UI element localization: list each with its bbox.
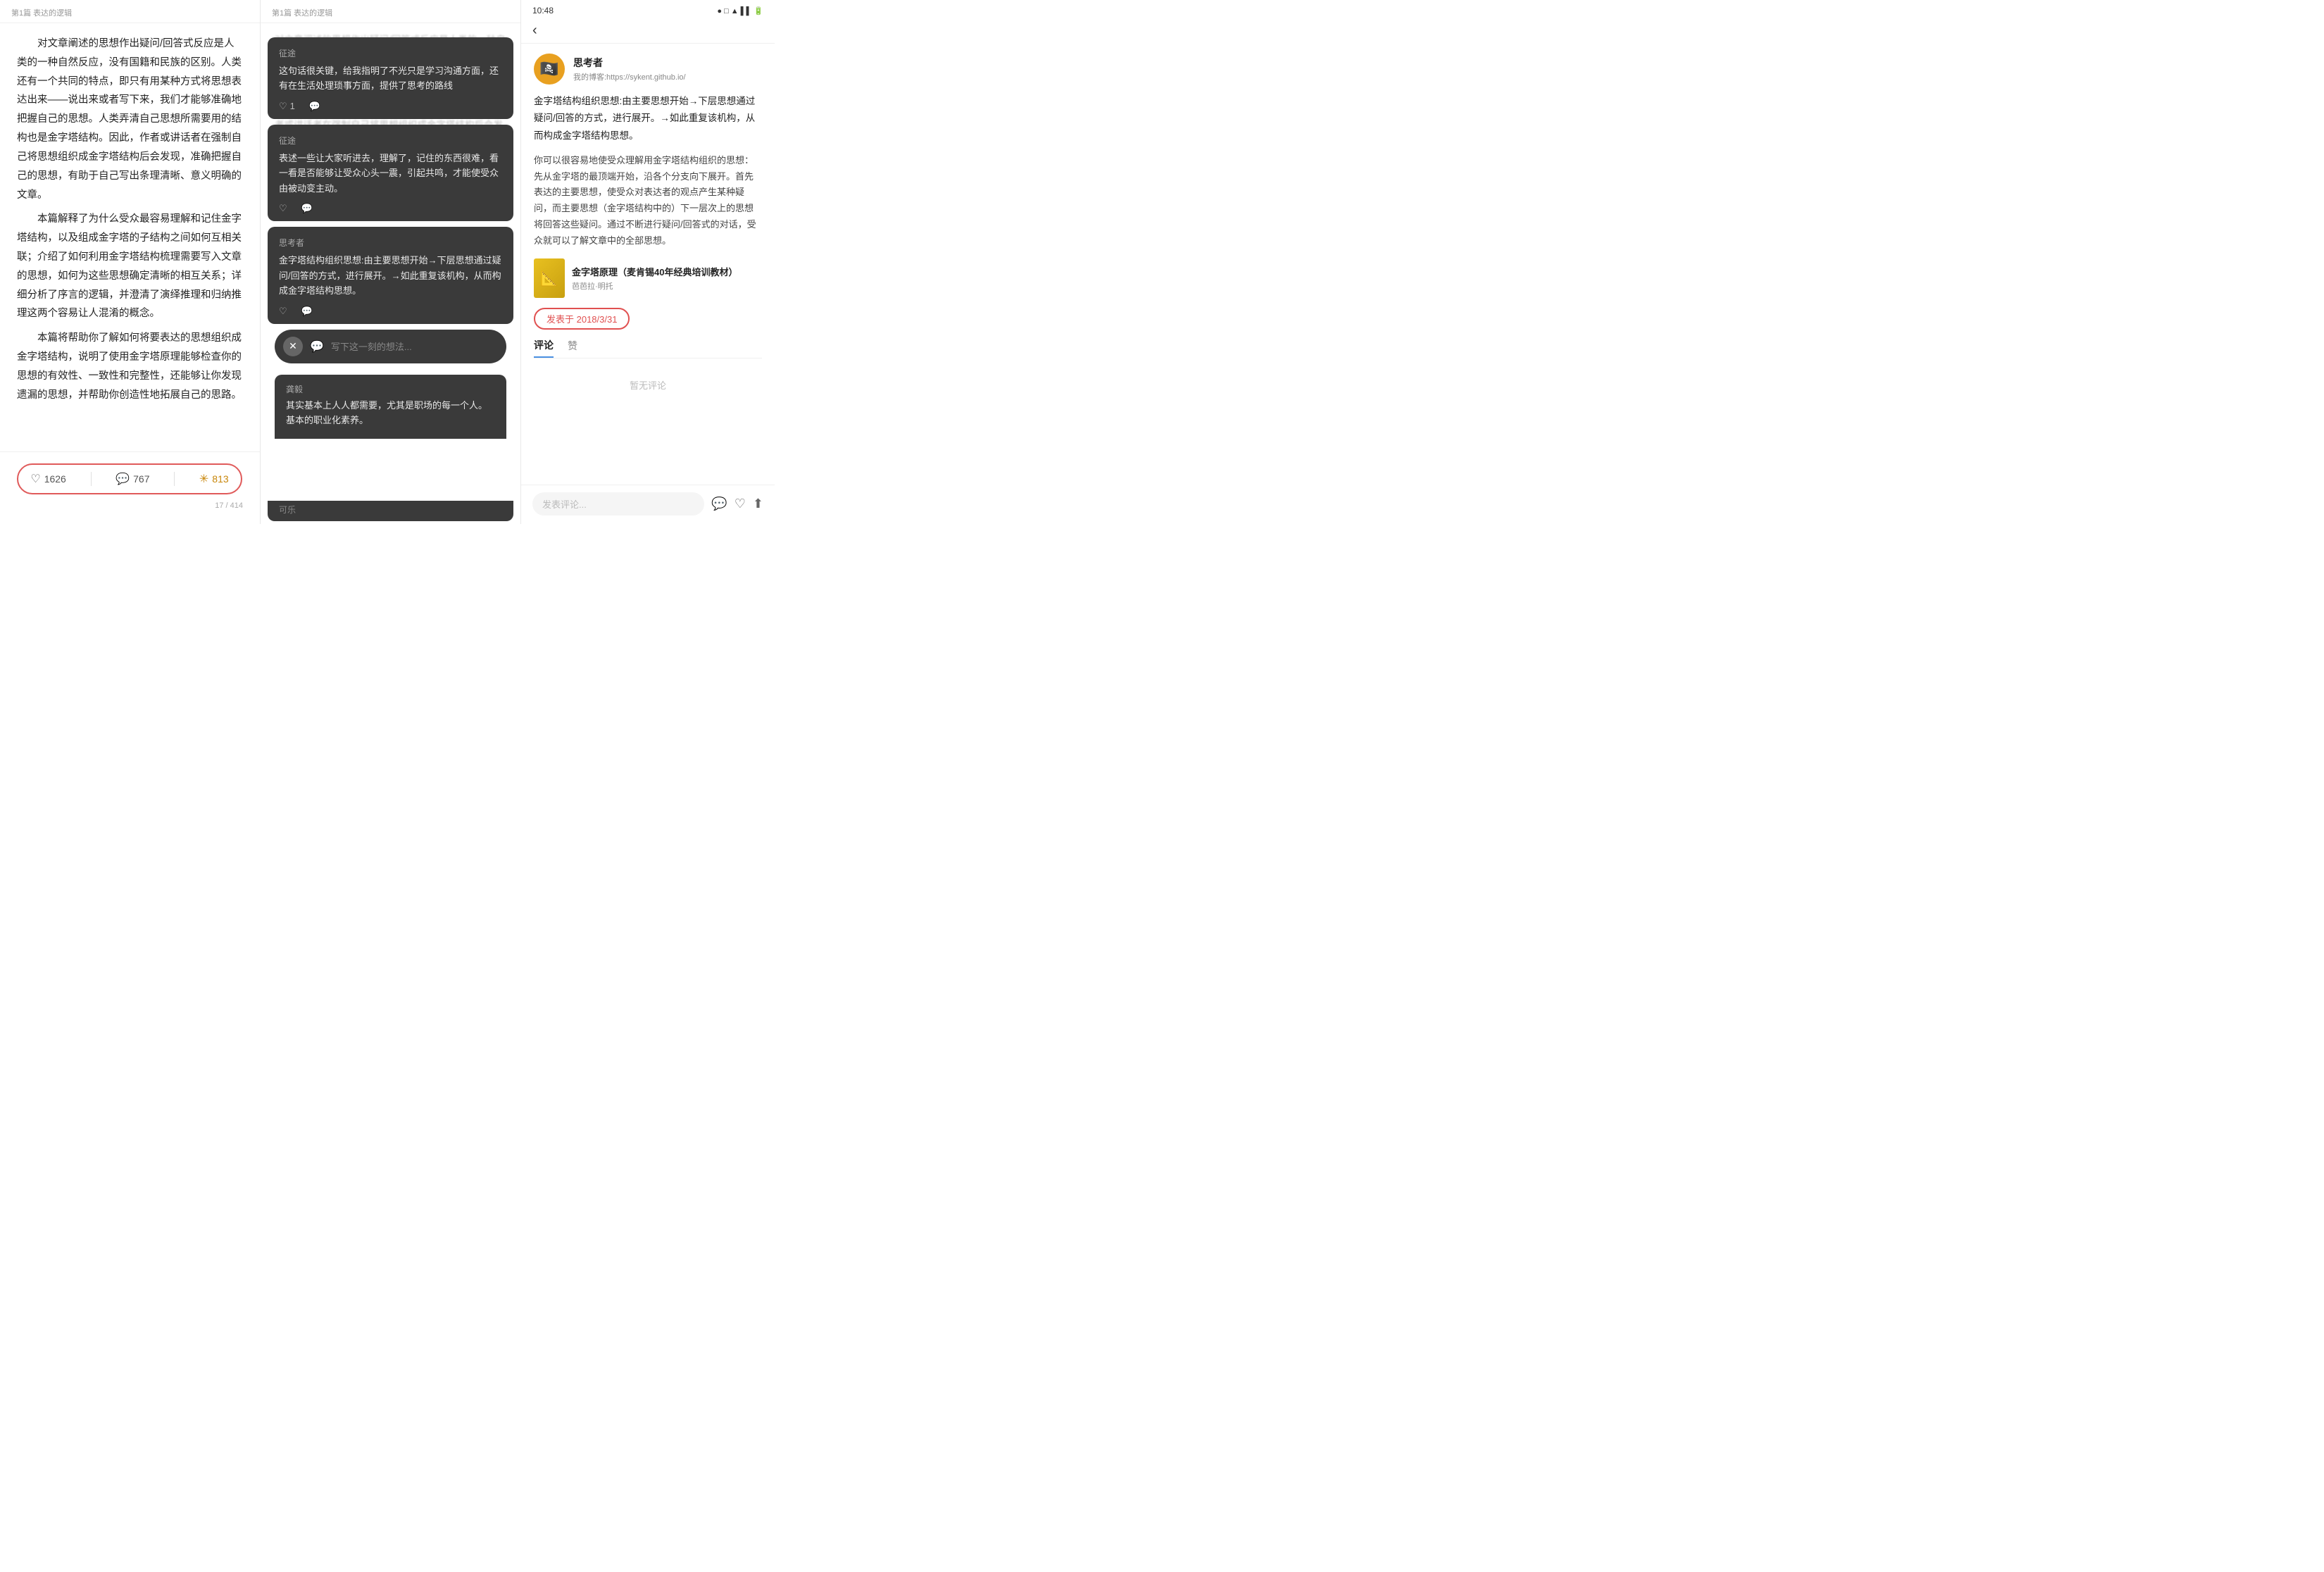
article-detail-panel: 10:48 ● □ ▲ ▌▌ 🔋 ‹ 🏴‍☠️ 思考者 我的博客:https:/… <box>521 0 775 524</box>
like-action-1[interactable]: ♡ 1 <box>279 101 295 112</box>
like-count-c1: 1 <box>290 101 295 111</box>
share-button[interactable]: ✳ 813 <box>199 472 229 486</box>
status-time: 10:48 <box>532 6 554 15</box>
partial-bottom-author: 可乐 <box>268 501 513 521</box>
reading-panel: 第1篇 表达的逻辑 对文章阐述的思想作出疑问/回答式反应是人类的一种自然反应，没… <box>0 0 261 524</box>
para-3: 本篇将帮助你了解如何将要表达的思想组织成金字塔结构，说明了使用金字塔原理能够检查… <box>17 329 243 404</box>
no-comment-text: 暂无评论 <box>534 367 762 403</box>
bottom-like-icon[interactable]: ♡ <box>735 497 746 511</box>
book-reference: 📐 金字塔原理（麦肯锡40年经典培训教材） 芭芭拉·明托 <box>534 258 762 298</box>
para-1: 对文章阐述的思想作出疑问/回答式反应是人类的一种自然反应，没有国籍和民族的区别。… <box>17 35 243 204</box>
tab-comments[interactable]: 评论 <box>534 338 554 358</box>
para-2: 本篇解释了为什么受众最容易理解和记住金字塔结构，以及组成金字塔的子结构之间如何互… <box>17 210 243 323</box>
comment-text-2: 表述一些让大家听进去，理解了，记住的东西很难，看一看是否能够让受众心头一震，引起… <box>279 151 502 196</box>
like-button[interactable]: ♡ 1626 <box>30 472 66 486</box>
battery-icon: ● □ ▲ ▌▌ 🔋 <box>717 6 763 15</box>
comment-author-1: 征途 <box>279 47 502 59</box>
comment-button[interactable]: 💬 767 <box>115 472 149 486</box>
book-cover: 📐 <box>534 258 565 298</box>
avatar-emoji: 🏴‍☠️ <box>539 60 558 78</box>
partial-text: 其实基本上人人都需要，尤其是职场的每一个人。基本的职业化素养。 <box>286 398 495 428</box>
status-bar: 10:48 ● □ ▲ ▌▌ 🔋 <box>521 0 775 18</box>
reply-icon-c3: 💬 <box>301 306 313 317</box>
tabs-row: 评论 赞 <box>534 338 762 358</box>
comment-input-bar[interactable]: ✕ 💬 写下这一刻的想法... <box>275 330 506 363</box>
divider-1 <box>91 472 92 486</box>
share-count: 813 <box>212 473 228 485</box>
reply-icon-c1: 💬 <box>309 101 320 112</box>
comments-panel: 第1篇 表达的逻辑 对文章阐述的思想作出疑问/回答式反应是人类的一种自然反应，没… <box>261 0 521 524</box>
status-icons: ● □ ▲ ▌▌ 🔋 <box>717 6 763 15</box>
panel2-body: 对文章阐述的思想作出疑问/回答式反应是人类的一种自然反应，没有国籍和民族的区别。… <box>261 23 520 501</box>
partial-comment-card: 龚毅 其实基本上人人都需要，尤其是职场的每一个人。基本的职业化素养。 <box>275 375 506 439</box>
article-body: 🏴‍☠️ 思考者 我的博客:https://sykent.github.io/ … <box>521 44 775 485</box>
comment-actions-3: ♡ 💬 <box>279 306 502 317</box>
bottom-share-icon[interactable]: ⬆ <box>753 497 763 511</box>
comment-icon-bar: 💬 <box>310 339 324 354</box>
like-action-2[interactable]: ♡ <box>279 203 287 214</box>
publish-date-badge: 发表于 2018/3/31 <box>534 304 762 338</box>
reply-action-1[interactable]: 💬 <box>309 101 320 112</box>
divider-2 <box>174 472 175 486</box>
article-main-text: 金字塔结构组织思想:由主要思想开始→下层思想通过疑问/回答的方式，进行展开。→如… <box>534 93 762 144</box>
navigation-bar: ‹ <box>521 18 775 44</box>
book-icon: 📐 <box>541 270 558 287</box>
panel1-content: 对文章阐述的思想作出疑问/回答式反应是人类的一种自然反应，没有国籍和民族的区别。… <box>0 23 260 451</box>
bottom-comment-icon[interactable]: 💬 <box>711 497 727 511</box>
input-placeholder: 写下这一刻的想法... <box>331 339 498 353</box>
book-title: 金字塔原理（麦肯锡40年经典培训教材） <box>572 265 737 278</box>
back-button[interactable]: ‹ <box>532 23 537 39</box>
like-count: 1626 <box>44 473 66 485</box>
heart-icon-c1: ♡ <box>279 101 287 112</box>
share-icon: ✳ <box>199 472 208 486</box>
bottom-bar: 发表评论... 💬 ♡ ⬆ <box>521 485 775 524</box>
comment-icon: 💬 <box>115 472 130 486</box>
reply-action-2[interactable]: 💬 <box>301 203 313 214</box>
comment-input[interactable]: 发表评论... <box>532 492 704 516</box>
like-action-3[interactable]: ♡ <box>279 306 287 317</box>
author-name: 思考者 <box>573 56 686 70</box>
book-author: 芭芭拉·明托 <box>572 280 737 292</box>
comment-text-1: 这句话很关键，给我指明了不光只是学习沟通方面，还有在生活处理琐事方面，提供了思考… <box>279 63 502 94</box>
page-indicator: 17 / 414 <box>17 501 243 510</box>
comment-card-1: 征途 这句话很关键，给我指明了不光只是学习沟通方面，还有在生活处理琐事方面，提供… <box>268 37 513 119</box>
comment-actions-1: ♡ 1 💬 <box>279 101 502 112</box>
partial-author: 龚毅 <box>286 383 495 395</box>
comment-author-3: 思考者 <box>279 237 502 249</box>
book-info: 金字塔原理（麦肯锡40年经典培训教材） 芭芭拉·明托 <box>572 265 737 292</box>
panel1-footer: ♡ 1626 💬 767 ✳ 813 17 / 414 <box>0 451 260 524</box>
author-row: 🏴‍☠️ 思考者 我的博客:https://sykent.github.io/ <box>534 54 762 85</box>
close-button[interactable]: ✕ <box>283 337 303 356</box>
panel1-header: 第1篇 表达的逻辑 <box>0 0 260 23</box>
comment-text-3: 金字塔结构组织思想:由主要思想开始→下层思想通过疑问/回答的方式，进行展开。→如… <box>279 253 502 298</box>
action-bar: ♡ 1626 💬 767 ✳ 813 <box>17 463 242 494</box>
heart-icon-c2: ♡ <box>279 203 287 214</box>
author-info: 思考者 我的博客:https://sykent.github.io/ <box>573 56 686 82</box>
comment-card-3: 思考者 金字塔结构组织思想:由主要思想开始→下层思想通过疑问/回答的方式，进行展… <box>268 227 513 323</box>
author-bio: 我的博客:https://sykent.github.io/ <box>573 71 686 82</box>
publish-date: 发表于 2018/3/31 <box>534 308 630 330</box>
heart-icon-c3: ♡ <box>279 306 287 317</box>
comment-card-2: 征途 表述一些让大家听进去，理解了，记住的东西很难，看一看是否能够让受众心头一震… <box>268 125 513 221</box>
comment-author-2: 征途 <box>279 135 502 146</box>
article-sub-text: 你可以很容易地使受众理解用金字塔结构组织的思想：先从金字塔的最顶端开始，沿各个分… <box>534 153 762 249</box>
heart-icon: ♡ <box>30 472 40 486</box>
reply-action-3[interactable]: 💬 <box>301 306 313 317</box>
reply-icon-c2: 💬 <box>301 203 313 214</box>
panel2-header: 第1篇 表达的逻辑 <box>261 0 520 23</box>
comment-cards-container: 征途 这句话很关键，给我指明了不光只是学习沟通方面，还有在生活处理琐事方面，提供… <box>268 37 513 439</box>
tab-likes[interactable]: 赞 <box>568 339 577 357</box>
comment-count: 767 <box>133 473 149 485</box>
avatar: 🏴‍☠️ <box>534 54 565 85</box>
comment-actions-2: ♡ 💬 <box>279 203 502 214</box>
